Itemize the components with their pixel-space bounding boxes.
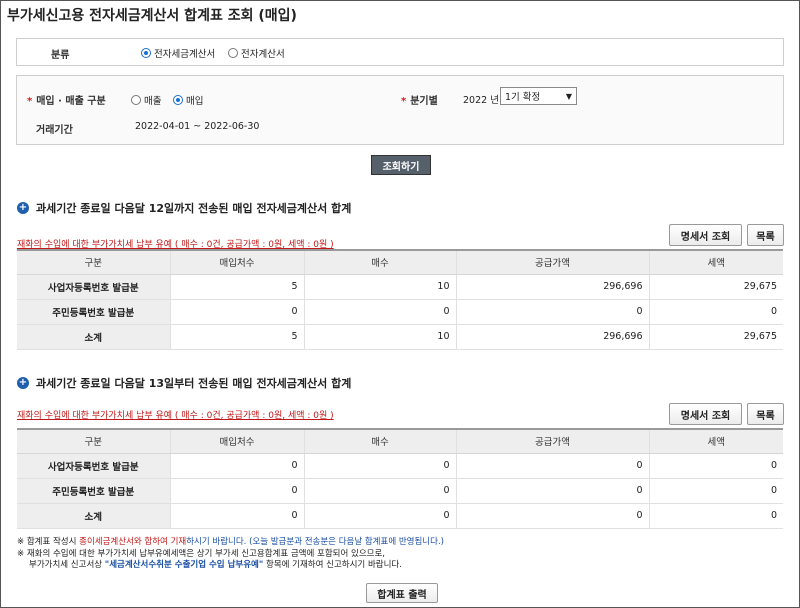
search-filter-box — [16, 75, 784, 145]
table-cell: 0 — [169, 478, 304, 504]
section2-title: + 과세기간 종료일 다음달 13일부터 전송된 매입 전자세금계산서 합계 — [17, 377, 352, 390]
row-header: 소계 — [17, 324, 170, 350]
page-title: 부가세신고용 전자세금계산서 합계표 조회 (매입) — [7, 8, 297, 24]
row-header: 주민등록번호 발급분 — [17, 299, 170, 325]
table-cell: 0 — [169, 453, 304, 479]
radio-purchase[interactable]: 매입 — [173, 93, 203, 107]
table-row: 소계 5 10 296,696 29,675 — [17, 324, 783, 350]
print-summary-button[interactable]: 합계표 출력 — [366, 583, 438, 603]
col-header: 매수 — [303, 429, 456, 454]
table-row: 사업자등록번호 발급분 0 0 0 0 — [17, 453, 783, 479]
radio-unchecked-icon — [228, 48, 238, 58]
section1-list-button[interactable]: 목록 — [747, 224, 784, 246]
table-cell: 0 — [455, 299, 649, 325]
section2-table: 구분 매입처수 매수 공급가액 세액 사업자등록번호 발급분 0 0 0 0 주… — [17, 428, 783, 529]
table-header-row: 구분 매입처수 매수 공급가액 세액 — [17, 250, 783, 275]
search-button[interactable]: 조회하기 — [371, 155, 431, 175]
row-header: 주민등록번호 발급분 — [17, 478, 170, 504]
radio-etax-invoice[interactable]: 전자세금계산서 — [141, 46, 215, 60]
table-row: 주민등록번호 발급분 0 0 0 0 — [17, 299, 783, 325]
table-cell: 0 — [455, 478, 649, 504]
col-header: 매입처수 — [169, 250, 304, 275]
col-header: 구분 — [17, 250, 170, 275]
note-line-1: ※ 합계표 작성시 종이세금계산서와 합하여 기재하시기 바랍니다. (오늘 발… — [17, 537, 444, 547]
radio-einvoice[interactable]: 전자계산서 — [228, 46, 285, 60]
table-cell: 5 — [169, 274, 304, 300]
trade-type-label: * 매입 · 매출 구분 — [27, 96, 106, 107]
table-cell: 29,675 — [648, 324, 783, 350]
period-value: 2022-04-01 ~ 2022-06-30 — [135, 121, 260, 132]
table-cell: 10 — [303, 324, 456, 350]
radio-checked-icon — [173, 95, 183, 105]
table-cell: 0 — [169, 299, 304, 325]
section2-detail-button[interactable]: 명세서 조회 — [669, 403, 742, 425]
table-row: 사업자등록번호 발급분 5 10 296,696 29,675 — [17, 274, 783, 300]
section2-import-deferral-link[interactable]: 재화의 수입에 대한 부가가치세 납부 유예 ( 매수 : 0건, 공급가액 :… — [17, 408, 334, 421]
period-label: 거래기간 — [36, 125, 73, 136]
section1-table: 구분 매입처수 매수 공급가액 세액 사업자등록번호 발급분 5 10 296,… — [17, 249, 783, 350]
quarter-label: * 분기별 — [401, 96, 438, 107]
table-cell: 0 — [303, 478, 456, 504]
category-label: 분류 — [51, 50, 70, 61]
note-line-3: 부가가치세 신고서상 "세금계산서수취분 수출기업 수입 납부유예" 항목에 기… — [29, 560, 402, 570]
col-header: 매수 — [303, 250, 456, 275]
table-cell: 0 — [303, 503, 456, 529]
table-row: 소계 0 0 0 0 — [17, 503, 783, 529]
table-cell: 0 — [455, 503, 649, 529]
notes: ※ 합계표 작성시 종이세금계산서와 합하여 기재하시기 바랍니다. (오늘 발… — [17, 537, 444, 572]
table-cell: 296,696 — [455, 274, 649, 300]
table-cell: 0 — [648, 478, 783, 504]
plus-circle-icon: + — [17, 377, 29, 389]
chevron-down-icon: ▼ — [565, 91, 572, 101]
row-header: 사업자등록번호 발급분 — [17, 274, 170, 300]
table-row: 주민등록번호 발급분 0 0 0 0 — [17, 478, 783, 504]
plus-circle-icon: + — [17, 202, 29, 214]
table-cell: 296,696 — [455, 324, 649, 350]
category-filter-box — [16, 38, 784, 66]
section1-detail-button[interactable]: 명세서 조회 — [669, 224, 742, 246]
table-cell: 29,675 — [648, 274, 783, 300]
radio-checked-icon — [141, 48, 151, 58]
table-header-row: 구분 매입처수 매수 공급가액 세액 — [17, 429, 783, 454]
col-header: 공급가액 — [455, 429, 649, 454]
row-header: 소계 — [17, 503, 170, 529]
radio-unchecked-icon — [131, 95, 141, 105]
table-cell: 0 — [648, 299, 783, 325]
col-header: 공급가액 — [455, 250, 649, 275]
note-line-2: ※ 재화의 수입에 대한 부가가치세 납부유예세액은 상기 부가세 신고용합계표… — [17, 548, 385, 559]
section1-title: + 과세기간 종료일 다음달 12일까지 전송된 매입 전자세금계산서 합계 — [17, 202, 352, 215]
table-cell: 0 — [648, 453, 783, 479]
col-header: 세액 — [648, 429, 783, 454]
quarter-year: 2022 년 — [463, 95, 499, 106]
table-cell: 0 — [455, 453, 649, 479]
radio-sales[interactable]: 매출 — [131, 93, 161, 107]
table-cell: 10 — [303, 274, 456, 300]
table-cell: 0 — [169, 503, 304, 529]
col-header: 세액 — [648, 250, 783, 275]
table-cell: 0 — [648, 503, 783, 529]
table-cell: 5 — [169, 324, 304, 350]
row-header: 사업자등록번호 발급분 — [17, 453, 170, 479]
table-cell: 0 — [303, 299, 456, 325]
quarter-select[interactable]: 1기 확정 ▼ — [500, 87, 577, 105]
col-header: 구분 — [17, 429, 170, 454]
table-cell: 0 — [303, 453, 456, 479]
col-header: 매입처수 — [169, 429, 304, 454]
section2-list-button[interactable]: 목록 — [747, 403, 784, 425]
